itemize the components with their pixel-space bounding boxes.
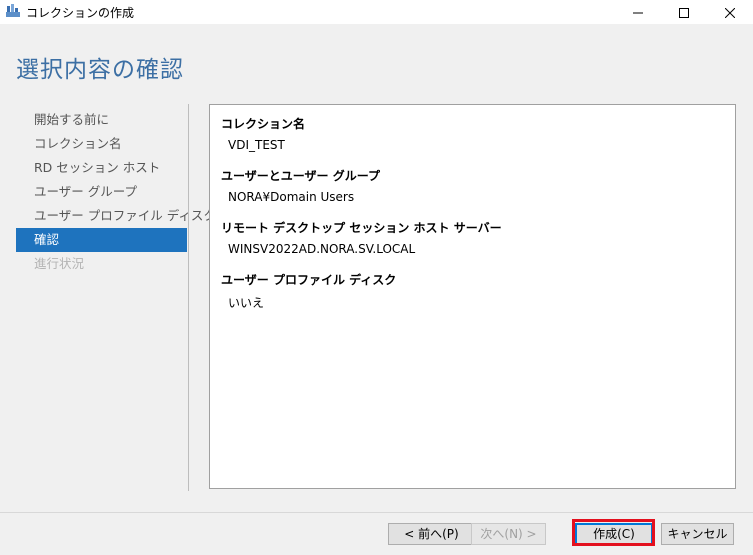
nav-divider [188, 104, 189, 491]
summary-section-title: リモート デスクトップ セッション ホスト サーバー [221, 221, 502, 235]
nav-item-collection-name[interactable]: コレクション名 [16, 132, 187, 156]
nav-item-rd-session-host[interactable]: RD セッション ホスト [16, 156, 187, 180]
prev-button[interactable]: < 前へ(P) [388, 523, 475, 545]
summary-section-profile-disk: ユーザー プロファイル ディスク いいえ [221, 271, 396, 311]
summary-section-title: ユーザーとユーザー グループ [221, 169, 380, 183]
window-title: コレクションの作成 [26, 6, 135, 20]
app-icon [5, 3, 21, 19]
maximize-button[interactable] [661, 0, 707, 24]
summary-section-value: いいえ [228, 296, 265, 310]
cancel-button[interactable]: キャンセル [661, 523, 734, 545]
nav-item-before-you-begin[interactable]: 開始する前に [16, 108, 187, 132]
nav-item-progress: 進行状況 [34, 256, 85, 271]
summary-section-value: WINSV2022AD.NORA.SV.LOCAL [228, 242, 416, 256]
summary-section-value: VDI_TEST [228, 138, 285, 152]
summary-section-user-groups: ユーザーとユーザー グループ NORA¥Domain Users [221, 167, 380, 204]
wizard-nav: 開始する前に コレクション名 RD セッション ホスト ユーザー グループ ユー… [16, 108, 216, 276]
wizard-body: 選択内容の確認 開始する前に コレクション名 RD セッション ホスト ユーザー… [0, 24, 753, 512]
next-button[interactable]: 次へ(N) > [471, 523, 546, 545]
nav-item-user-profile-disk[interactable]: ユーザー プロファイル ディスク [16, 204, 216, 228]
title-bar: コレクションの作成 [0, 0, 753, 24]
summary-section-session-host: リモート デスクトップ セッション ホスト サーバー WINSV2022AD.N… [221, 219, 502, 256]
minimize-button[interactable] [615, 0, 661, 24]
close-icon [724, 3, 736, 22]
summary-section-title: ユーザー プロファイル ディスク [221, 273, 397, 287]
highlight-box [572, 519, 655, 546]
page-title: 選択内容の確認 [16, 57, 184, 83]
summary-section-collection-name: コレクション名 VDI_TEST [221, 115, 305, 152]
nav-item-user-group[interactable]: ユーザー グループ [16, 180, 187, 204]
maximize-icon [679, 3, 689, 22]
close-button[interactable] [707, 0, 753, 24]
summary-section-value: NORA¥Domain Users [228, 190, 355, 204]
summary-section-title: コレクション名 [221, 117, 306, 131]
summary-panel: コレクション名 VDI_TEST ユーザーとユーザー グループ NORA¥Dom… [209, 104, 736, 489]
nav-item-confirmation[interactable]: 確認 [16, 228, 187, 252]
minimize-icon [633, 3, 643, 22]
